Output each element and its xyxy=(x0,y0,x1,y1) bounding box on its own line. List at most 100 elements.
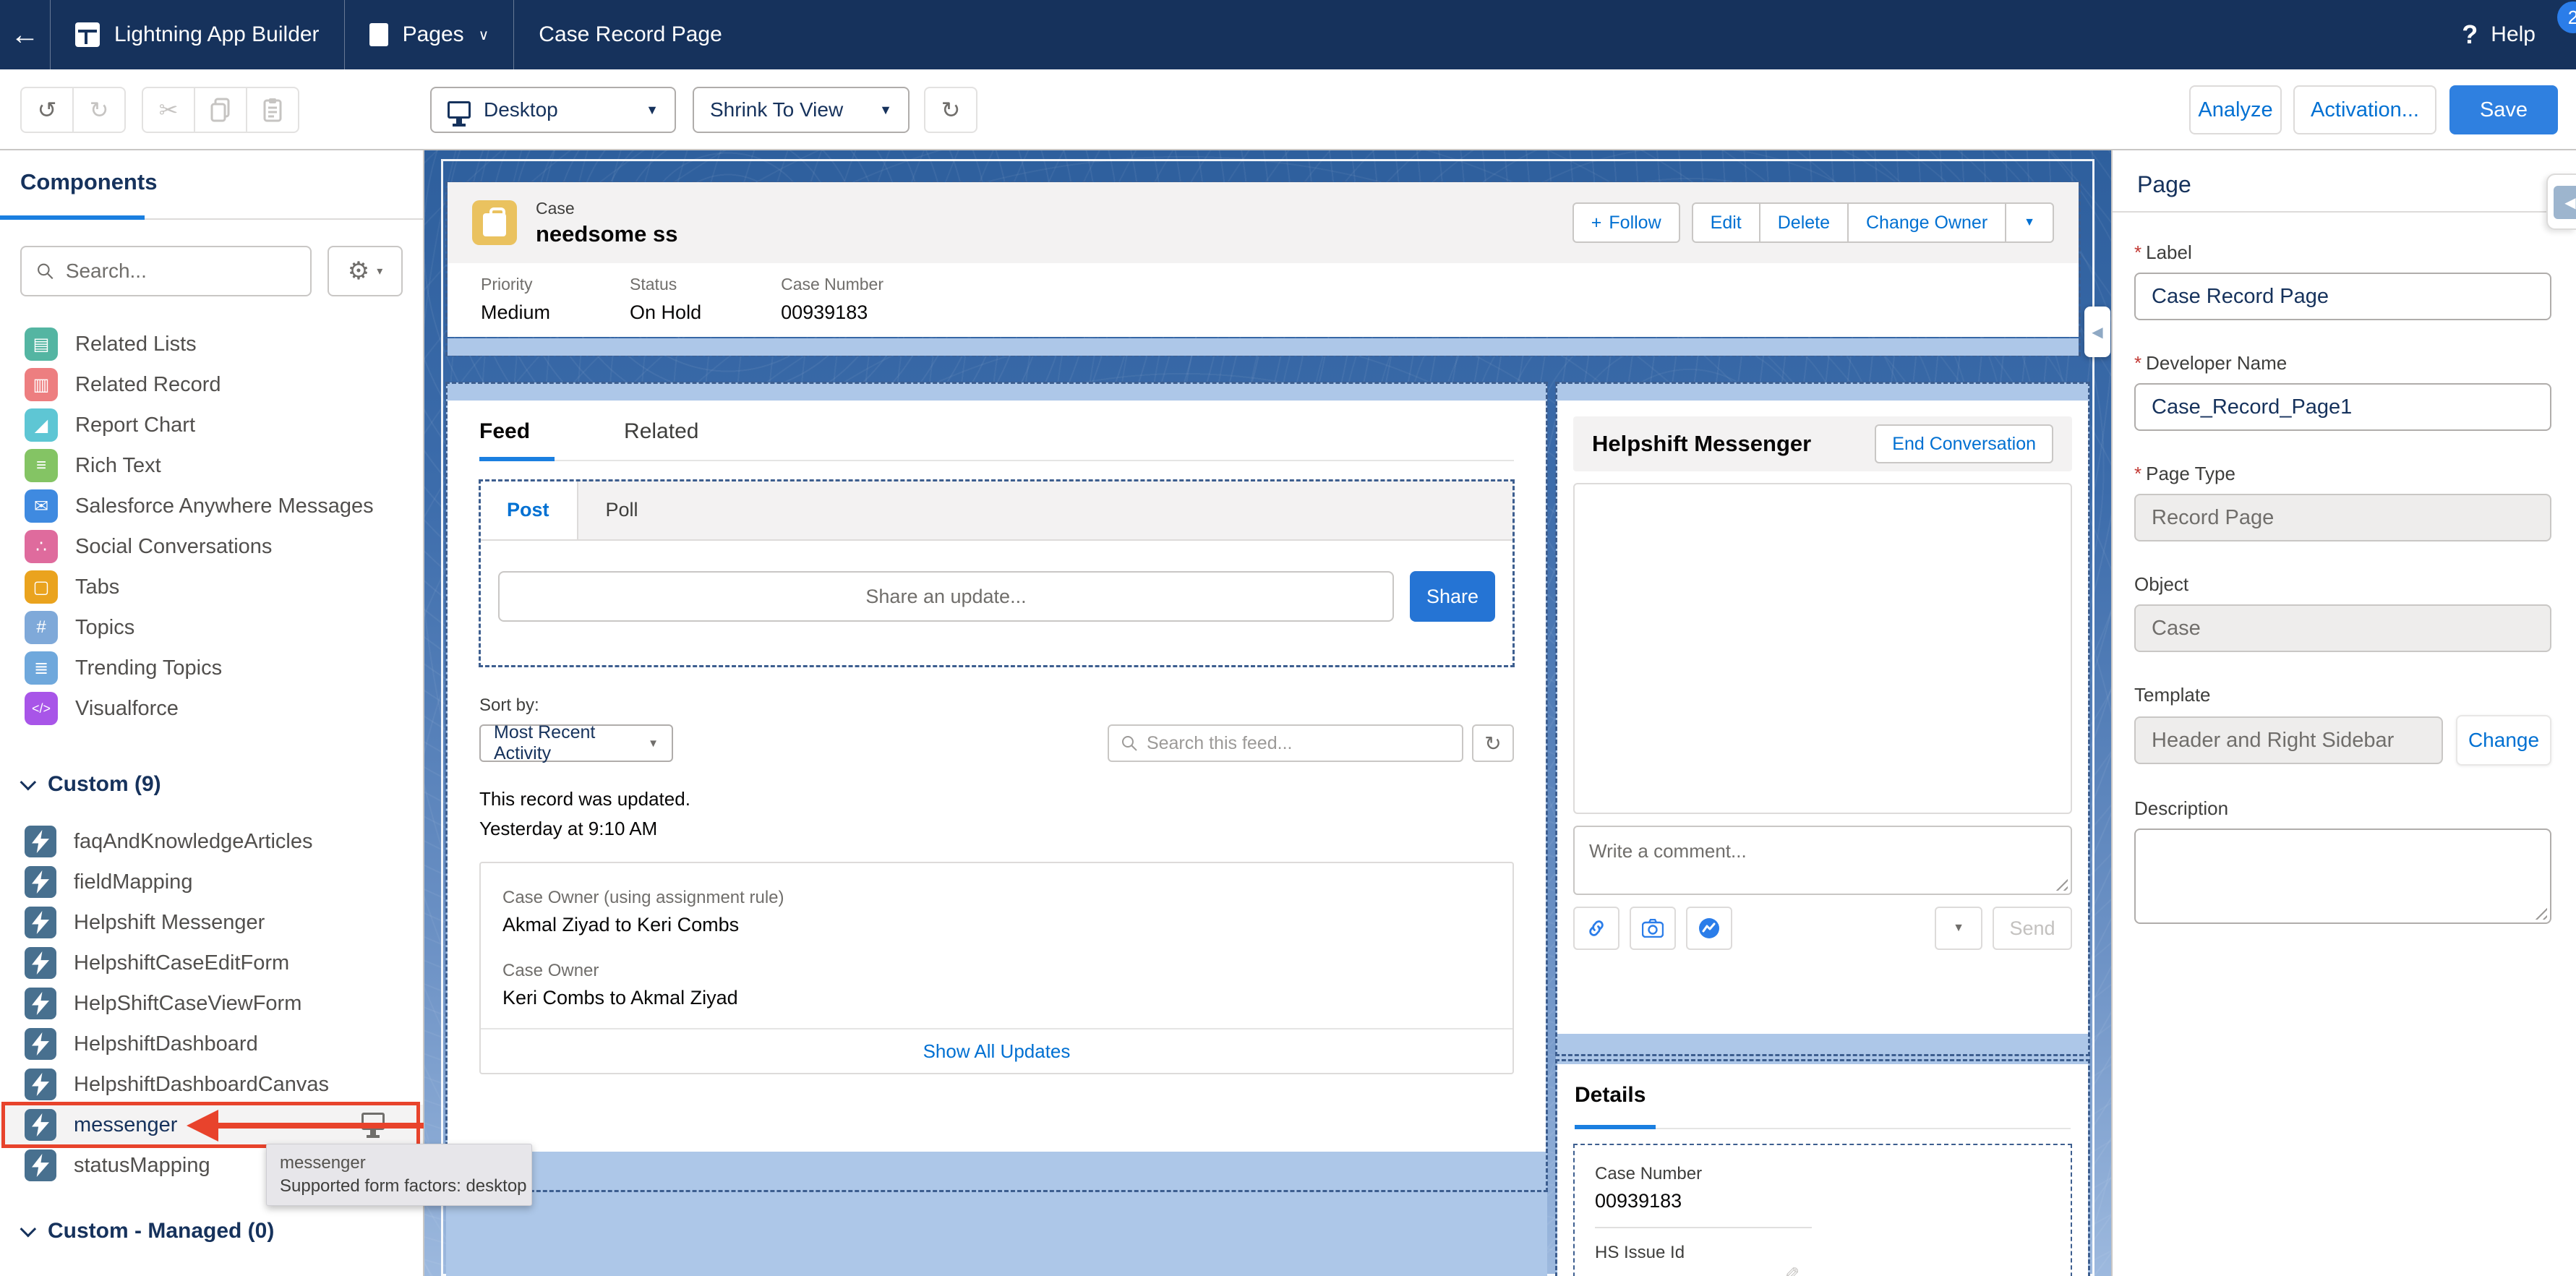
share-button[interactable]: Share xyxy=(1410,571,1495,622)
send-button[interactable]: Send xyxy=(1993,907,2072,950)
delete-button[interactable]: Delete xyxy=(1759,202,1849,243)
tab-feed[interactable]: Feed xyxy=(479,419,530,444)
trending-topics-icon: ≣ xyxy=(25,651,58,685)
undo-button[interactable]: ↺ xyxy=(20,87,74,133)
sidebar-item-trending-topics[interactable]: ≣ Trending Topics xyxy=(0,648,423,688)
tab-poll[interactable]: Poll xyxy=(578,480,666,539)
sidebar-item-related-record[interactable]: ▥ Related Record xyxy=(0,364,423,405)
share-update-input[interactable] xyxy=(498,571,1394,622)
pages-menu[interactable]: Pages ∨ xyxy=(345,0,515,69)
feed-search-input[interactable] xyxy=(1147,733,1450,754)
refresh-button[interactable]: ↻ xyxy=(924,87,977,133)
active-tab-underline xyxy=(0,215,145,220)
feed-update-card: Case Owner (using assignment rule) Akmal… xyxy=(479,862,1514,1074)
label-field[interactable] xyxy=(2134,273,2551,320)
feed-update-time[interactable]: Yesterday at 9:10 AM xyxy=(479,818,1514,840)
anywhere-messages-icon: ✉ xyxy=(25,489,58,523)
current-page-name: Case Record Page xyxy=(514,0,746,69)
related-lists-icon: ▤ xyxy=(25,327,58,361)
cut-button[interactable]: ✂ xyxy=(142,87,195,133)
show-all-updates-link[interactable]: Show All Updates xyxy=(923,1040,1071,1063)
page-type-field-label: *Page Type xyxy=(2134,463,2551,485)
save-button[interactable]: Save xyxy=(2449,85,2558,134)
paste-button[interactable] xyxy=(246,87,299,133)
messenger-title: Helpshift Messenger xyxy=(1592,431,1811,457)
sidebar-item-fieldmapping[interactable]: fieldMapping xyxy=(0,862,423,902)
tab-details[interactable]: Details xyxy=(1575,1083,2071,1108)
developer-name-field-label: *Developer Name xyxy=(2134,352,2551,374)
feed-refresh-button[interactable]: ↻ xyxy=(1472,724,1514,762)
lightning-component-icon xyxy=(25,1028,56,1060)
change-owner-button[interactable]: Change Owner xyxy=(1847,202,2006,243)
device-selector[interactable]: Desktop ▼ xyxy=(430,87,676,133)
sidebar-item-tabs[interactable]: ▢ Tabs xyxy=(0,567,423,607)
details-region-outline: Details Case Number 00939183 HS Issue Id… xyxy=(1556,1060,2089,1276)
settings-dropdown-button[interactable]: ⚙ ▾ xyxy=(328,246,403,296)
sidebar-item-related-lists[interactable]: ▤ Related Lists xyxy=(0,324,423,364)
sidebar-item-messenger[interactable]: messenger messenger Supported form facto… xyxy=(0,1105,423,1145)
comment-input[interactable]: Write a comment... xyxy=(1573,826,2072,895)
attach-photo-button[interactable] xyxy=(1630,907,1676,950)
sidebar-item-social-conversations[interactable]: ∴ Social Conversations xyxy=(0,526,423,567)
dropdown-caret-icon: ▼ xyxy=(1953,922,1964,935)
custom-section-header[interactable]: Custom (9) xyxy=(0,772,423,797)
components-tab[interactable]: Components xyxy=(0,150,423,220)
sidebar-item-helpshiftdashboard[interactable]: HelpshiftDashboard xyxy=(0,1024,423,1064)
canvas-scroll-button[interactable]: ◀ xyxy=(2084,307,2110,357)
description-field-label: Description xyxy=(2134,797,2551,820)
follow-button[interactable]: + Follow xyxy=(1572,202,1680,243)
tab-related[interactable]: Related xyxy=(624,419,698,444)
analyze-button[interactable]: Analyze xyxy=(2189,85,2282,134)
messenger-channel-button[interactable] xyxy=(1686,907,1732,950)
sidebar-item-visualforce[interactable]: </> Visualforce xyxy=(0,688,423,729)
edit-button[interactable]: Edit xyxy=(1692,202,1760,243)
record-title: needsome ss xyxy=(536,221,677,247)
sidebar-item-faqandknowledgearticles[interactable]: faqAndKnowledgeArticles xyxy=(0,821,423,862)
search-input[interactable] xyxy=(66,260,296,283)
sidebar-item-rich-text[interactable]: ≡ Rich Text xyxy=(0,445,423,486)
edit-pencil-icon[interactable]: ✎ xyxy=(1783,1263,1800,1276)
sidebar-item-helpshiftcaseeditform[interactable]: HelpshiftCaseEditForm xyxy=(0,943,423,983)
resize-handle[interactable] xyxy=(2055,878,2068,891)
resize-handle[interactable] xyxy=(2534,907,2547,920)
chatter-publisher-component[interactable]: Post Poll Share xyxy=(479,480,1514,667)
view-mode-selector[interactable]: Shrink To View ▼ xyxy=(693,87,910,133)
active-tab-underline xyxy=(479,457,555,461)
tabs-icon: ▢ xyxy=(25,570,58,604)
lightning-component-icon xyxy=(25,1069,56,1100)
collapse-panel-button[interactable]: ◀ xyxy=(2546,174,2576,230)
end-conversation-button[interactable]: End Conversation xyxy=(1875,424,2053,463)
page-properties-panel: Page *Label *Developer Name *Page Type xyxy=(2111,150,2576,1276)
sidebar-item-anywhere-messages[interactable]: ✉ Salesforce Anywhere Messages xyxy=(0,486,423,526)
feed-search xyxy=(1108,724,1463,762)
dropdown-caret-icon: ▼ xyxy=(646,103,659,118)
copy-button[interactable] xyxy=(194,87,247,133)
sidebar-item-topics[interactable]: # Topics xyxy=(0,607,423,648)
record-detail-fields[interactable]: Case Number 00939183 HS Issue Id ✎ HS Is… xyxy=(1575,1145,2071,1276)
more-actions-button[interactable]: ▼ xyxy=(2005,202,2054,243)
back-button[interactable]: ← xyxy=(0,0,51,69)
main-column-region[interactable]: Feed Related Post Poll Share Sort by: xyxy=(446,382,1547,1276)
attach-link-button[interactable] xyxy=(1573,907,1619,950)
components-sidebar: Components ⚙ ▾ ▤ Related Lists ▥ Related… xyxy=(0,150,424,1276)
send-options-button[interactable]: ▼ xyxy=(1935,907,1982,950)
help-menu[interactable]: ? Help 2 xyxy=(2462,0,2576,69)
sidebar-item-helpshiftcaseviewform[interactable]: HelpShiftCaseViewForm xyxy=(0,983,423,1024)
sidebar-item-helpshiftdashboardcanvas[interactable]: HelpshiftDashboardCanvas xyxy=(0,1064,423,1105)
sort-selector[interactable]: Most Recent Activity ▼ xyxy=(479,724,673,762)
sidebar-item-report-chart[interactable]: ◢ Report Chart xyxy=(0,405,423,445)
sidebar-item-helpshift-messenger[interactable]: Helpshift Messenger xyxy=(0,902,423,943)
redo-button[interactable]: ↻ xyxy=(72,87,126,133)
tab-post[interactable]: Post xyxy=(479,480,578,539)
field-change: Case Owner (using assignment rule) Akmal… xyxy=(502,888,1491,936)
description-field[interactable] xyxy=(2134,828,2551,924)
highlights-panel-region[interactable]: Case needsome ss + Follow Edit Delete Ch… xyxy=(446,182,2080,356)
change-template-button[interactable]: Change xyxy=(2456,715,2551,766)
developer-name-field[interactable] xyxy=(2134,383,2551,431)
activation-button[interactable]: Activation... xyxy=(2293,85,2436,134)
helpshift-messenger-component: Helpshift Messenger End Conversation Wri… xyxy=(1557,401,2088,1034)
sidebar-column-region[interactable]: Helpshift Messenger End Conversation Wri… xyxy=(1556,382,2089,1276)
custom-managed-section-header[interactable]: Custom - Managed (0) xyxy=(0,1219,423,1243)
refresh-icon: ↻ xyxy=(1484,732,1501,755)
dropdown-caret-icon: ▼ xyxy=(648,737,659,750)
